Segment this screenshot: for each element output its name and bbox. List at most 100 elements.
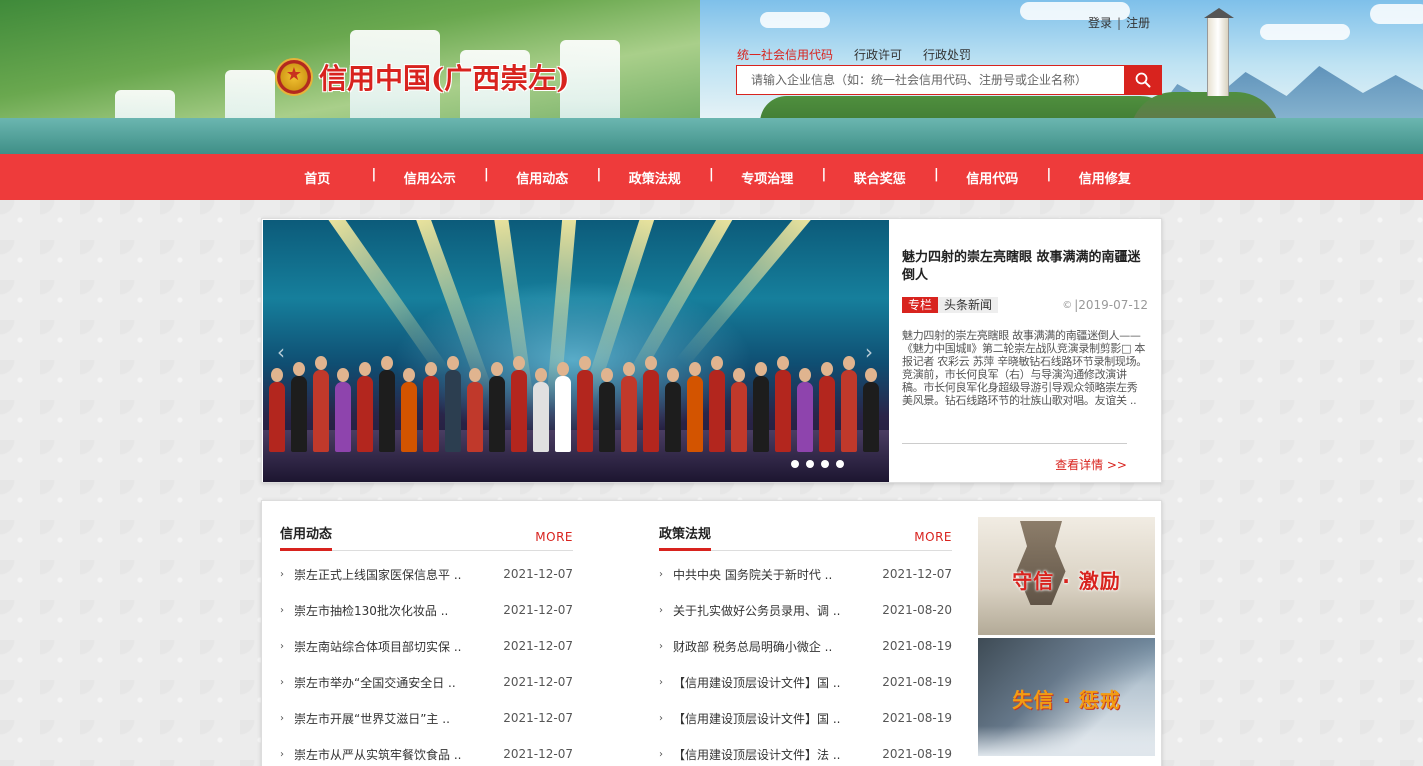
site-logo[interactable]: 信用中国(广西崇左) xyxy=(275,57,570,97)
performer-figure xyxy=(555,362,571,452)
slide-dot[interactable] xyxy=(836,460,844,468)
nav-credit-code[interactable]: 信用代码 xyxy=(934,167,1049,187)
search-tab-credit-code[interactable]: 统一社会信用代码 xyxy=(737,46,833,63)
performer-figure xyxy=(313,356,329,452)
nav-policy[interactable]: 政策法规 xyxy=(597,167,712,187)
performer-figure xyxy=(357,362,373,452)
mist-image xyxy=(978,726,1155,756)
search-tab-penalty[interactable]: 行政处罚 xyxy=(923,46,971,63)
column-badge: 专栏 xyxy=(902,297,939,313)
feature-divider xyxy=(902,443,1127,444)
policy-item[interactable]: › 中共中央 国务院关于新时代 .. 2021-12-07 xyxy=(659,556,952,592)
performer-figure xyxy=(687,362,703,452)
policy-item[interactable]: › 关于扎实做好公务员录用、调 .. 2021-08-20 xyxy=(659,592,952,628)
credit-news-item-title[interactable]: 崇左正式上线国家医保信息平 .. xyxy=(294,566,497,583)
slide-dot[interactable] xyxy=(791,460,799,468)
site-title: 信用中国(广西崇左) xyxy=(319,62,570,95)
nav-rewards-punishments[interactable]: 联合奖惩 xyxy=(822,167,937,187)
trust-incentive-banner[interactable]: 守信 · 激励 xyxy=(978,517,1155,635)
performer-figure xyxy=(819,362,835,452)
credit-news-item-date: 2021-12-07 xyxy=(503,639,573,653)
nav-credit-news[interactable]: 信用动态 xyxy=(484,167,599,187)
search-input[interactable] xyxy=(737,66,1124,94)
performer-figure xyxy=(599,368,615,452)
banner-cloud xyxy=(1260,24,1350,40)
slide-next-icon[interactable]: › xyxy=(865,340,873,364)
feature-date-text: |2019-07-12 xyxy=(1074,298,1148,312)
policy-item-title[interactable]: 财政部 税务总局明确小微企 .. xyxy=(673,638,876,655)
credit-news-item[interactable]: › 崇左市开展“世界艾滋日”主 .. 2021-12-07 xyxy=(280,700,573,736)
policy-item[interactable]: › 财政部 税务总局明确小微企 .. 2021-08-19 xyxy=(659,628,952,664)
search-tabs: 统一社会信用代码 行政许可 行政处罚 xyxy=(737,46,992,63)
credit-news-item-title[interactable]: 崇左市举办“全国交通安全日 .. xyxy=(294,674,497,691)
performer-figure xyxy=(753,362,769,452)
credit-news-item[interactable]: › 崇左南站综合体项目部切实保 .. 2021-12-07 xyxy=(280,628,573,664)
policy-item-title[interactable]: 【信用建设顶层设计文件】国 .. xyxy=(673,710,876,727)
policy-more-link[interactable]: MORE xyxy=(914,530,952,544)
performer-figure xyxy=(445,356,461,452)
performer-figure xyxy=(863,368,879,452)
register-link[interactable]: 注册 xyxy=(1126,14,1150,31)
search-button[interactable] xyxy=(1124,66,1161,94)
nav-home[interactable]: 首页 xyxy=(261,168,374,187)
banner-cloud xyxy=(1370,4,1423,24)
credit-news-item-title[interactable]: 崇左市从严从实筑牢餐饮食品 .. xyxy=(294,746,497,763)
performer-figure xyxy=(665,368,681,452)
credit-news-item[interactable]: › 崇左市举办“全国交通安全日 .. 2021-12-07 xyxy=(280,664,573,700)
performer-figure xyxy=(841,356,857,452)
distrust-punishment-text: 失信 · 惩戒 xyxy=(1012,688,1121,712)
slide-prev-icon[interactable]: ‹ xyxy=(277,340,285,364)
bullet-arrow-icon: › xyxy=(659,640,663,652)
policy-item[interactable]: › 【信用建设顶层设计文件】国 .. 2021-08-19 xyxy=(659,700,952,736)
policy-item-date: 2021-12-07 xyxy=(882,567,952,581)
performer-figure xyxy=(489,362,505,452)
bullet-arrow-icon: › xyxy=(659,748,663,760)
bullet-arrow-icon: › xyxy=(280,640,284,652)
login-links: 登录 | 注册 xyxy=(1088,14,1150,31)
policy-item[interactable]: › 【信用建设顶层设计文件】法 .. 2021-08-19 xyxy=(659,736,952,766)
search-tab-license[interactable]: 行政许可 xyxy=(854,46,902,63)
credit-news-item-title[interactable]: 崇左南站综合体项目部切实保 .. xyxy=(294,638,497,655)
policy-column: 政策法规 MORE › 中共中央 国务院关于新时代 .. 2021-12-07 › 关于… xyxy=(659,523,952,766)
performer-figure xyxy=(731,368,747,452)
performer-figure xyxy=(379,356,395,452)
policy-item-title[interactable]: 关于扎实做好公务员录用、调 .. xyxy=(673,602,876,619)
policy-item-title[interactable]: 【信用建设顶层设计文件】国 .. xyxy=(673,674,876,691)
performer-figure xyxy=(643,356,659,452)
bullet-arrow-icon: › xyxy=(280,568,284,580)
trust-incentive-text: 守信 · 激励 xyxy=(1012,569,1121,593)
slide-dot[interactable] xyxy=(821,460,829,468)
slide-dot[interactable] xyxy=(806,460,814,468)
bullet-arrow-icon: › xyxy=(280,748,284,760)
feature-slide-image[interactable]: ‹ › xyxy=(263,220,889,482)
policy-item-title[interactable]: 中共中央 国务院关于新时代 .. xyxy=(673,566,876,583)
policy-header: 政策法规 MORE xyxy=(659,523,952,551)
banner-tower xyxy=(1207,16,1229,96)
bullet-arrow-icon: › xyxy=(659,604,663,616)
feature-meta: 专栏 头条新闻 © |2019-07-12 xyxy=(902,297,1148,313)
bullet-arrow-icon: › xyxy=(280,604,284,616)
feature-summary: 魅力四射的崇左亮瞎眼 故事满满的南疆迷倒人——《魅力中国城Ⅱ》第二轮崇左战队竞演… xyxy=(902,329,1147,407)
national-emblem-icon xyxy=(275,58,313,96)
credit-news-more-link[interactable]: MORE xyxy=(535,530,573,544)
credit-news-item-title[interactable]: 崇左市抽检130批次化妆品 .. xyxy=(294,602,497,619)
policy-item-date: 2021-08-20 xyxy=(882,603,952,617)
policy-item[interactable]: › 【信用建设顶层设计文件】国 .. 2021-08-19 xyxy=(659,664,952,700)
policy-item-title[interactable]: 【信用建设顶层设计文件】法 .. xyxy=(673,746,876,763)
nav-credit-publicity[interactable]: 信用公示 xyxy=(372,167,487,187)
credit-news-item[interactable]: › 崇左市抽检130批次化妆品 .. 2021-12-07 xyxy=(280,592,573,628)
login-link[interactable]: 登录 xyxy=(1088,14,1112,31)
credit-news-item[interactable]: › 崇左正式上线国家医保信息平 .. 2021-12-07 xyxy=(280,556,573,592)
credit-news-item[interactable]: › 崇左市从严从实筑牢餐饮食品 .. 2021-12-07 xyxy=(280,736,573,766)
login-separator: | xyxy=(1117,15,1122,30)
performer-figure xyxy=(709,356,725,452)
nav-credit-repair[interactable]: 信用修复 xyxy=(1047,167,1162,187)
performer-figure xyxy=(291,362,307,452)
bullet-arrow-icon: › xyxy=(280,712,284,724)
credit-news-item-title[interactable]: 崇左市开展“世界艾滋日”主 .. xyxy=(294,710,497,727)
nav-special-governance[interactable]: 专项治理 xyxy=(709,167,824,187)
policy-item-date: 2021-08-19 xyxy=(882,639,952,653)
feature-details-link[interactable]: 查看详情 >> xyxy=(902,456,1127,473)
feature-title[interactable]: 魅力四射的崇左亮瞎眼 故事满满的南疆迷倒人 xyxy=(902,249,1148,285)
distrust-punishment-banner[interactable]: 失信 · 惩戒 xyxy=(978,638,1155,756)
